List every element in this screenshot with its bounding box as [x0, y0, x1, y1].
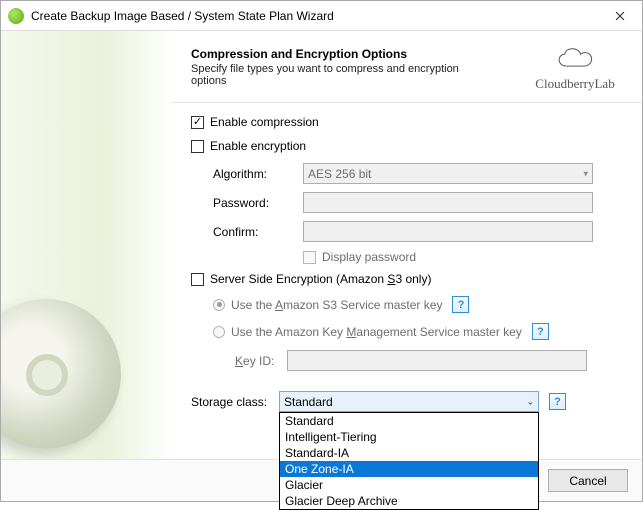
main-panel: Compression and Encryption Options Speci…	[171, 31, 642, 459]
wizard-body: Compression and Encryption Options Speci…	[1, 31, 642, 459]
sse-options: Use the Amazon S3 Service master key ? U…	[213, 296, 622, 371]
password-input	[303, 192, 593, 213]
chevron-down-icon: ▾	[583, 168, 588, 179]
page-subtitle: Specify file types you want to compress …	[191, 63, 491, 87]
brand-text: CloudberryLab	[528, 76, 622, 92]
help-icon[interactable]: ?	[549, 393, 566, 410]
cloud-icon	[556, 47, 594, 71]
storage-class-section: Storage class: Standard ⌄ StandardIntell…	[191, 381, 622, 412]
sse-label: Server Side Encryption (Amazon S3 only)	[210, 272, 431, 286]
storage-option[interactable]: Standard-IA	[280, 445, 538, 461]
sse-radio-s3key	[213, 299, 225, 311]
brand-logo: CloudberryLab	[528, 47, 622, 92]
disc-graphic	[1, 299, 121, 449]
storage-option[interactable]: Intelligent-Tiering	[280, 429, 538, 445]
storage-class-combo[interactable]: Standard ⌄	[279, 391, 539, 412]
storage-option[interactable]: Standard	[280, 413, 538, 429]
algorithm-label: Algorithm:	[213, 167, 303, 181]
display-password-checkbox	[303, 251, 316, 264]
enable-encryption-label: Enable encryption	[210, 139, 306, 153]
confirm-label: Confirm:	[213, 225, 303, 239]
confirm-input	[303, 221, 593, 242]
storage-class-dropdown[interactable]: StandardIntelligent-TieringStandard-IAOn…	[279, 412, 539, 510]
storage-class-label: Storage class:	[191, 395, 279, 409]
titlebar: Create Backup Image Based / System State…	[1, 1, 642, 31]
enable-compression-row[interactable]: Enable compression	[191, 115, 622, 129]
algorithm-value: AES 256 bit	[308, 167, 371, 181]
sse-radio-kms	[213, 326, 225, 338]
keyid-input	[287, 350, 587, 371]
display-password-label: Display password	[322, 250, 416, 264]
window-title: Create Backup Image Based / System State…	[31, 9, 597, 23]
storage-class-value: Standard	[284, 395, 333, 409]
storage-option[interactable]: Glacier Deep Archive	[280, 493, 538, 509]
help-icon[interactable]: ?	[532, 323, 549, 340]
storage-option[interactable]: Glacier	[280, 477, 538, 493]
chevron-down-icon: ⌄	[526, 396, 534, 407]
enable-encryption-checkbox[interactable]	[191, 140, 204, 153]
encryption-settings: Algorithm: AES 256 bit ▾ Password: Confi…	[213, 163, 622, 264]
cancel-button[interactable]: Cancel	[548, 469, 628, 492]
close-icon	[615, 11, 625, 21]
close-button[interactable]	[597, 1, 642, 31]
algorithm-combo: AES 256 bit ▾	[303, 163, 593, 184]
enable-encryption-row[interactable]: Enable encryption	[191, 139, 622, 153]
header: Compression and Encryption Options Speci…	[191, 47, 622, 92]
enable-compression-checkbox[interactable]	[191, 116, 204, 129]
help-icon[interactable]: ?	[452, 296, 469, 313]
keyid-label: Key ID:	[235, 354, 287, 368]
page-title: Compression and Encryption Options	[191, 47, 528, 61]
app-icon	[8, 8, 24, 24]
password-label: Password:	[213, 196, 303, 210]
sse-radio-kms-label: Use the Amazon Key Management Service ma…	[231, 325, 522, 339]
storage-option[interactable]: One Zone-IA	[280, 461, 538, 477]
sse-radio-s3key-label: Use the Amazon S3 Service master key	[231, 298, 442, 312]
enable-compression-label: Enable compression	[210, 115, 319, 129]
sidebar-graphic	[1, 31, 171, 459]
divider	[171, 102, 642, 103]
wizard-window: Create Backup Image Based / System State…	[0, 0, 643, 502]
sse-checkbox[interactable]	[191, 273, 204, 286]
sse-row[interactable]: Server Side Encryption (Amazon S3 only)	[191, 272, 622, 286]
